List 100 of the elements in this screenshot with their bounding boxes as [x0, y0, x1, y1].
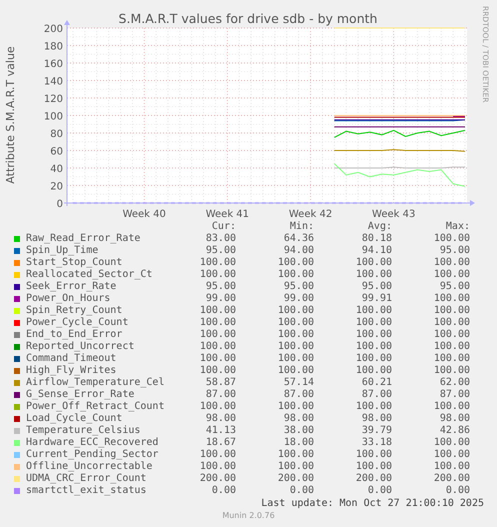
value-text: 98.00	[282, 413, 314, 425]
value-text: 100.00	[198, 257, 236, 269]
tick-label: Week 41	[206, 209, 250, 220]
footer-text: Munin 2.0.76	[222, 511, 275, 520]
value-text: 100.00	[354, 401, 392, 413]
series-name: Load_Cycle_Count	[25, 413, 124, 425]
tick-label: Week 40	[122, 209, 166, 220]
series-name: Command_Timeout	[25, 353, 118, 365]
value-text: 87.00	[438, 389, 470, 401]
series-name: Current_Pending_Sector	[25, 449, 160, 461]
value-text: 18.67	[204, 437, 236, 449]
value-text: 18.00	[282, 437, 314, 449]
value-text: 100.00	[432, 365, 470, 377]
tick-label: 80	[50, 129, 63, 140]
value-text: 100.00	[198, 269, 236, 281]
tick-label: 140	[44, 76, 63, 88]
series-name: Spin_Up_Time	[25, 245, 100, 257]
value-text: 80.18	[360, 233, 392, 245]
value-text: 99.00	[282, 293, 314, 305]
value-text: 100.00	[354, 449, 392, 461]
value-text: 100.00	[354, 461, 392, 473]
tick-label: Week 43	[372, 209, 416, 220]
value-text: 100.00	[432, 449, 470, 461]
value-text: 100.00	[198, 305, 236, 317]
value-text: 100.00	[354, 257, 392, 269]
value-text: 98.00	[438, 413, 470, 425]
tick-label: Week 42	[288, 209, 332, 220]
value-text: 87.00	[204, 389, 236, 401]
series-name: Start_Stop_Count	[25, 257, 124, 269]
value-text: 95.00	[282, 281, 314, 293]
value-text: 42.86	[438, 425, 470, 437]
value-text: 100.00	[432, 353, 470, 365]
value-text: 100.00	[198, 449, 236, 461]
value-text: 95.00	[438, 281, 470, 293]
series-name: High_Fly_Writes	[25, 365, 118, 377]
tick-label: 180	[44, 42, 63, 52]
series-name: Reallocated_Sector_Ct	[25, 269, 154, 281]
value-text: 100.00	[432, 317, 470, 329]
value-text: 100.00	[198, 341, 236, 353]
value-text: 100.00	[354, 317, 392, 329]
value-text: 100.00	[432, 401, 470, 413]
column-header: Cur:	[210, 221, 236, 233]
value-text: 95.00	[204, 245, 236, 257]
series-name: Power_Off_Retract_Count	[25, 401, 166, 413]
value-text: 0.00	[444, 485, 470, 497]
value-text: 100.00	[198, 401, 236, 413]
value-text: 87.00	[360, 389, 392, 401]
series-name: Power_On_Hours	[25, 293, 112, 305]
series-name: Power_Cycle_Count	[25, 317, 130, 329]
value-text: 0.00	[288, 485, 314, 497]
value-text: 58.87	[204, 377, 236, 389]
value-text: 100.00	[276, 317, 314, 329]
value-text: 100.00	[354, 305, 392, 317]
value-text: 100.00	[198, 329, 236, 341]
tick-label: 20	[50, 182, 63, 192]
value-text: 100.00	[432, 269, 470, 281]
value-text: 100.00	[198, 365, 236, 377]
value-text: 100.00	[198, 461, 236, 473]
value-text: 100.00	[432, 341, 470, 353]
series-name: Hardware_ECC_Recovered	[25, 437, 160, 449]
value-text: 100.00	[354, 341, 392, 353]
value-text: 60.21	[360, 377, 392, 389]
series-name: Seek_Error_Rate	[25, 281, 118, 293]
value-text: 100.00	[354, 269, 392, 281]
value-text: 98.00	[204, 413, 236, 425]
value-text: 100.00	[432, 305, 470, 317]
value-text: 200.00	[354, 473, 392, 485]
tick-label: 100	[44, 112, 63, 122]
series-name: End_to_End_Error	[25, 329, 124, 341]
value-text: 100.00	[432, 437, 470, 449]
value-text: 62.00	[438, 377, 470, 389]
value-text: 100.00	[432, 461, 470, 473]
value-text: 41.13	[204, 425, 236, 437]
tick-label: 60	[50, 146, 63, 158]
column-header: Min:	[288, 221, 314, 233]
value-text: 100.00	[198, 353, 236, 365]
value-text: 99.91	[360, 293, 392, 305]
series-name: Offline_Uncorrectable	[25, 461, 154, 473]
value-text: 100.00	[276, 365, 314, 377]
value-text: 0.00	[366, 485, 392, 497]
value-text: 100.00	[276, 269, 314, 281]
series-name: Reported_Uncorrect	[25, 341, 136, 353]
value-text: 100.00	[432, 329, 470, 341]
series-name: Airflow_Temperature_Cel	[25, 377, 166, 389]
chart-title: S.M.A.R.T values for drive sdb - by month	[118, 11, 378, 26]
column-header: Max:	[444, 221, 470, 233]
value-text: 100.00	[198, 317, 236, 329]
value-text: 200.00	[276, 473, 314, 485]
series-name: G_Sense_Error_Rate	[25, 389, 136, 401]
value-text: 100.00	[276, 449, 314, 461]
value-text: 64.36	[282, 233, 314, 245]
value-text: 100.00	[276, 341, 314, 353]
value-text: 39.79	[360, 425, 392, 437]
value-text: 38.00	[282, 425, 314, 437]
series-name: Temperature_Celsius	[25, 425, 142, 437]
value-text: 0.00	[210, 485, 236, 497]
value-text: 100.00	[432, 257, 470, 269]
tick-label: 40	[50, 164, 63, 175]
value-text: 98.00	[360, 413, 392, 425]
tick-label: 120	[44, 94, 63, 105]
